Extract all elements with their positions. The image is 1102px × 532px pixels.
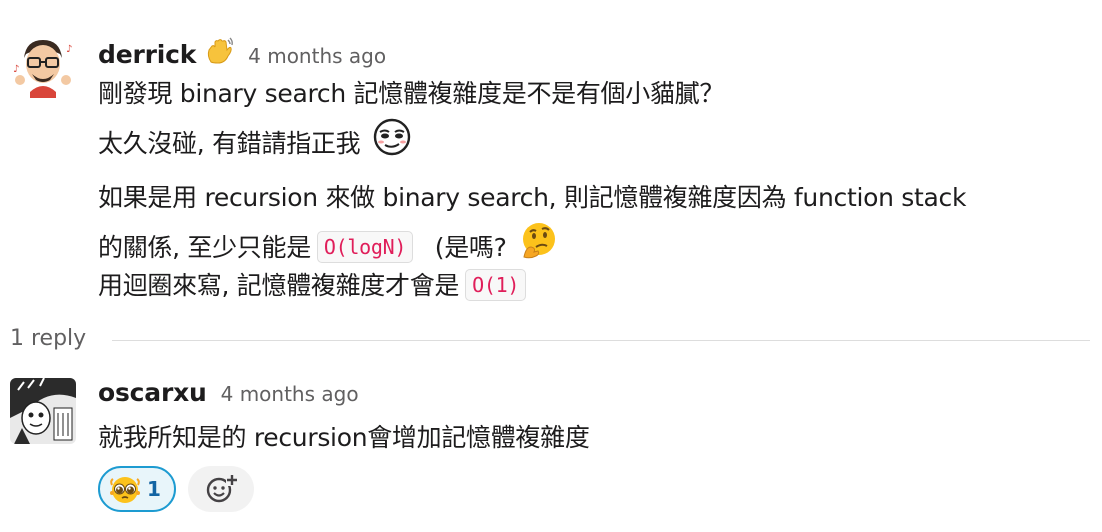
divider: [112, 340, 1090, 341]
reply-count: 1 reply: [10, 326, 87, 351]
author-name[interactable]: derrick: [98, 40, 196, 69]
pleading-face-icon: [109, 473, 141, 505]
message-text: (是嗎?: [434, 233, 507, 262]
message-text: 的關係, 至少只能是: [98, 233, 311, 262]
thread-replies-divider: 1 reply: [10, 326, 1090, 356]
add-reaction-button[interactable]: [188, 466, 254, 512]
reaction-pill[interactable]: 1: [98, 466, 176, 512]
author-name[interactable]: oscarxu: [98, 378, 207, 407]
inline-code: O(logN): [316, 231, 414, 263]
message-text: 用迴圈來寫, 記憶體複雜度才會是: [98, 271, 460, 300]
message-text-line: 剛發現 binary search 記憶體複雜度是不是有個小貓膩？: [98, 79, 725, 108]
svg-text:♪: ♪: [66, 44, 72, 55]
message-text-line: 如果是用 recursion 來做 binary search, 則記憶體複雜度…: [98, 183, 967, 212]
avatar[interactable]: ♪ ♪: [10, 32, 76, 98]
avatar[interactable]: [10, 378, 76, 444]
svg-text:♪: ♪: [13, 64, 19, 75]
message-text: 太久沒碰, 有錯請指正我: [98, 129, 361, 158]
add-reaction-icon: [204, 472, 238, 506]
inline-code: O(1): [465, 269, 527, 301]
message-text-line: 的關係, 至少只能是 O(logN) (是嗎?: [98, 221, 558, 274]
reaction-count: 1: [147, 477, 161, 501]
smirk-face-icon: [372, 117, 412, 167]
message-text-line: 就我所知是的 recursion會增加記憶體複雜度: [98, 423, 590, 452]
parent-message: ♪ ♪ derrick 4 months ago 剛發現 binary sear…: [0, 0, 1102, 320]
message-timestamp[interactable]: 4 months ago: [248, 44, 386, 68]
message-text-line: 用迴圈來寫, 記憶體複雜度才會是 O(1): [98, 268, 532, 305]
message-text-line: 太久沒碰, 有錯請指正我: [98, 117, 412, 170]
thinking-face-icon: [518, 221, 558, 271]
hand-wave-icon[interactable]: [204, 36, 234, 70]
message-timestamp[interactable]: 4 months ago: [221, 382, 359, 406]
